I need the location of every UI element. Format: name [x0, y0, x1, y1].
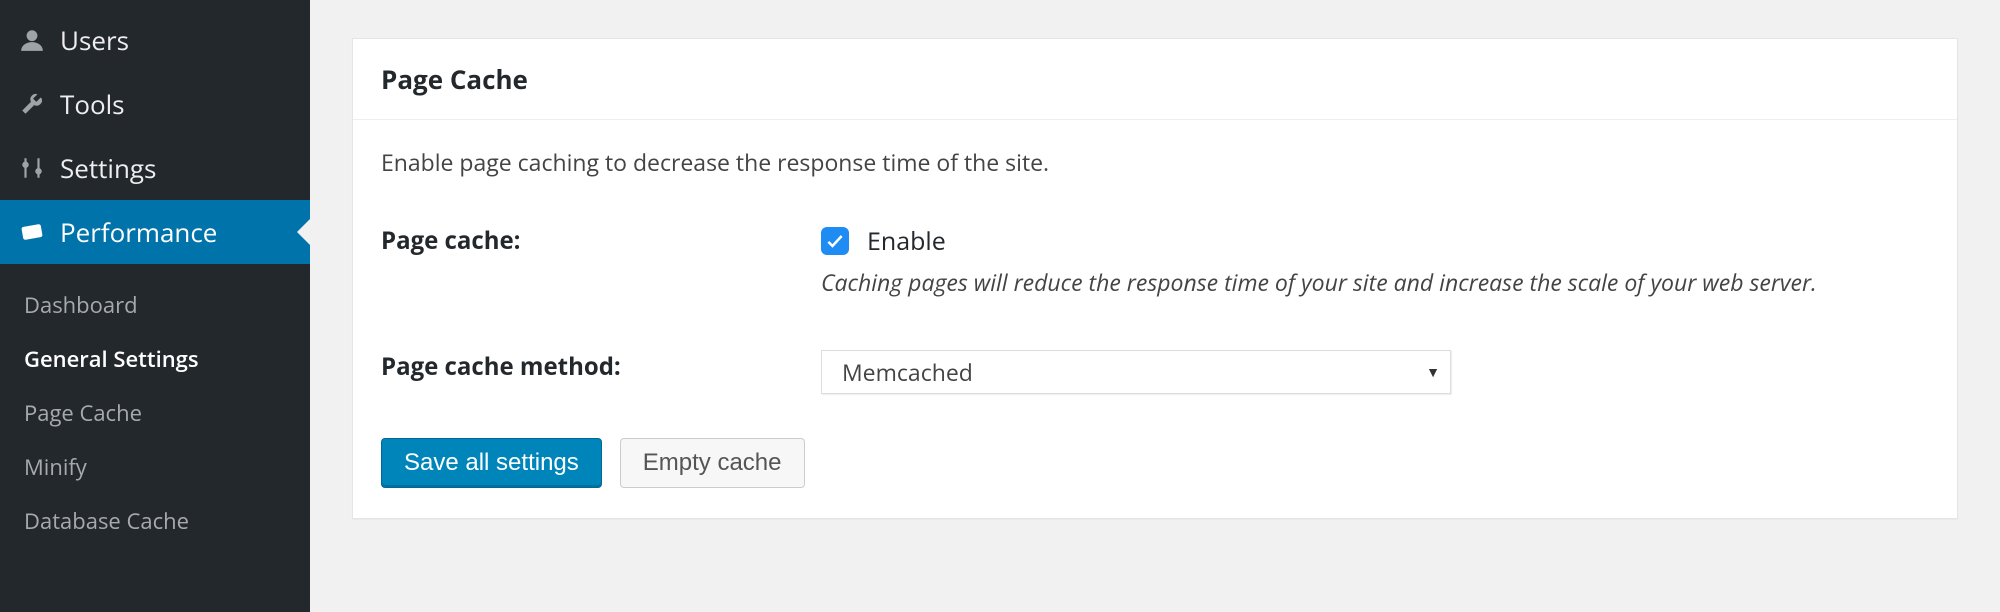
sidebar-item-tools[interactable]: Tools [0, 72, 310, 136]
sidebar-submenu: Dashboard General Settings Page Cache Mi… [0, 264, 310, 548]
submenu-item-page-cache[interactable]: Page Cache [0, 386, 310, 440]
wrench-icon [18, 90, 46, 118]
sliders-icon [18, 154, 46, 182]
sidebar-item-users[interactable]: Users [0, 8, 310, 72]
label-cache-method: Page cache method: [381, 350, 821, 383]
admin-sidebar: Users Tools Settings Performance Dashboa… [0, 0, 310, 612]
performance-icon [18, 218, 46, 246]
enable-label: Enable [867, 224, 946, 258]
submenu-item-general-settings[interactable]: General Settings [0, 332, 310, 386]
row-page-cache: Page cache: Enable Caching pages will re… [381, 224, 1929, 298]
sidebar-item-label: Settings [60, 150, 156, 186]
cache-method-value: Memcached [842, 356, 973, 388]
empty-cache-button[interactable]: Empty cache [620, 438, 805, 488]
cache-method-select[interactable]: Memcached ▼ [821, 350, 1451, 394]
submenu-item-dashboard[interactable]: Dashboard [0, 278, 310, 332]
submenu-item-minify[interactable]: Minify [0, 440, 310, 494]
save-all-settings-button[interactable]: Save all settings [381, 438, 602, 488]
enable-help-text: Caching pages will reduce the response t… [821, 266, 1929, 298]
page-cache-panel: Page Cache Enable page caching to decrea… [352, 38, 1958, 519]
sidebar-item-performance[interactable]: Performance [0, 200, 310, 264]
chevron-down-icon: ▼ [1426, 363, 1440, 382]
sidebar-item-label: Performance [60, 214, 217, 250]
sidebar-item-settings[interactable]: Settings [0, 136, 310, 200]
main-content: Page Cache Enable page caching to decrea… [310, 0, 2000, 612]
panel-title: Page Cache [353, 39, 1957, 120]
sidebar-item-label: Users [60, 22, 129, 58]
sidebar-item-label: Tools [60, 86, 125, 122]
enable-checkbox[interactable] [821, 227, 849, 255]
row-cache-method: Page cache method: Memcached ▼ [381, 350, 1929, 394]
submenu-item-database-cache[interactable]: Database Cache [0, 494, 310, 548]
check-icon [825, 231, 845, 251]
panel-description: Enable page caching to decrease the resp… [381, 146, 1929, 178]
label-page-cache: Page cache: [381, 224, 821, 257]
user-icon [18, 26, 46, 54]
